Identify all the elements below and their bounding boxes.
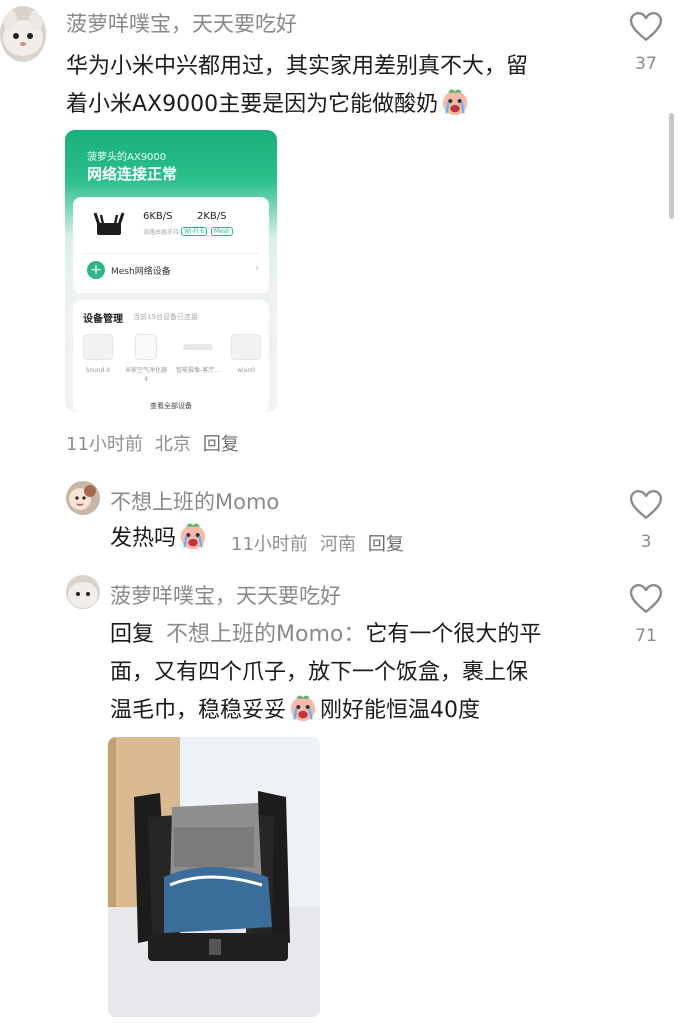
view-all-devices: 查看全部设备 <box>150 402 192 410</box>
chevron-right-icon: › <box>255 263 259 274</box>
heart-icon[interactable] <box>628 582 664 616</box>
crying-emoji-icon <box>178 521 208 551</box>
router-name: 菠萝头的AX9000 <box>87 152 167 163</box>
plush-avatar-icon <box>66 575 100 609</box>
comment-text-fragment: 刚好能恒温40度 <box>320 698 481 723</box>
device-management-card: 设备管理 当前19台设备已连接 Sound-X 米家空气净化器 4 智能摄像-客… <box>73 300 269 412</box>
upload-speed: 6KB/S <box>143 211 173 222</box>
like-column: 3 <box>626 488 666 552</box>
timestamp: 11小时前 <box>231 534 308 555</box>
username[interactable]: 菠萝咩噗宝，天天要吃好 <box>110 580 341 610</box>
status-card: 6KB/S 2KB/S 该路由器支持 Wi-Fi 6 Mesh + Mesh网络… <box>73 197 269 293</box>
crying-emoji-icon <box>440 87 470 117</box>
router-towel-photo[interactable] <box>108 737 320 1017</box>
device-icon <box>83 334 113 360</box>
comment-text-line: 面，又有四个爪子，放下一个饭盒，裹上保 <box>110 660 529 685</box>
device-count: 当前19台设备已连接 <box>133 313 198 321</box>
speed-note: 该路由器支持 <box>143 229 180 236</box>
divider <box>83 253 259 254</box>
heart-icon[interactable] <box>628 10 664 44</box>
crying-emoji-icon <box>288 693 318 723</box>
heart-icon[interactable] <box>628 488 664 522</box>
device-management-title: 设备管理 <box>83 314 123 325</box>
comment-text: 回复 不想上班的Momo：它有一个很大的平 面，又有四个爪子，放下一个饭盒，裹上保… <box>110 616 610 730</box>
device-label: 智能摄像-客厅... <box>176 367 220 374</box>
username[interactable]: 不想上班的Momo <box>110 486 279 516</box>
like-column: 37 <box>626 10 666 74</box>
timestamp: 11小时前 <box>66 434 143 455</box>
avatar[interactable] <box>66 575 100 609</box>
like-count: 3 <box>640 532 652 552</box>
comment-text: 华为小米中兴都用过，其实家用差别真不大，留 着小米AX9000主要是因为它能做酸… <box>66 48 626 124</box>
comment-text-line: 温毛巾，稳稳妥妥 刚好能恒温40度 <box>110 692 610 730</box>
download-speed: 2KB/S <box>197 211 227 222</box>
comment-text-fragment: 温毛巾，稳稳妥妥 <box>110 698 287 723</box>
comment-text-fragment: 着小米AX9000主要是因为它能做酸奶 <box>66 92 439 117</box>
device-label: 米家空气净化器 4 <box>124 367 167 383</box>
reply-button[interactable]: 回复 <box>203 434 239 455</box>
air-purifier-icon <box>135 334 157 360</box>
camera-icon <box>183 344 213 350</box>
comment-text: 发热吗 <box>110 520 210 558</box>
cartoon-avatar-icon <box>66 481 100 515</box>
comment-text-line: 华为小米中兴都用过，其实家用差别真不大，留 <box>66 54 529 79</box>
comment-text-line: 回复 不想上班的Momo：它有一个很大的平 <box>110 616 610 654</box>
router-app-screenshot[interactable]: 菠萝头的AX9000 网络连接正常 6KB/S 2KB/S 该路由器支持 Wi-… <box>65 130 277 412</box>
like-column: 71 <box>626 582 666 646</box>
plus-icon: + <box>87 261 105 279</box>
comment-text-line-2: 着小米AX9000主要是因为它能做酸奶 <box>66 86 626 124</box>
comment-meta: 11小时前 河南 回复 <box>231 530 416 556</box>
reply-prefix: 回复 <box>110 622 155 647</box>
mesh-label: Mesh网络设备 <box>111 267 171 277</box>
plush-avatar-icon <box>0 6 46 62</box>
reply-button[interactable]: 回复 <box>368 534 404 555</box>
network-status: 网络连接正常 <box>87 165 178 183</box>
scrollbar-thumb[interactable] <box>669 113 674 219</box>
mesh-badge: Mesh <box>211 227 233 236</box>
wifi-badge: Wi-Fi 6 <box>181 227 208 236</box>
comment-meta: 11小时前 北京 回复 <box>66 430 251 456</box>
device-label: wlan0 <box>237 367 255 374</box>
router-icon <box>93 212 125 235</box>
comment-text-fragment: 发热吗 <box>110 526 177 551</box>
router-photo-illustration <box>108 737 320 1017</box>
comment-text-fragment: 它有一个很大的平 <box>365 622 542 647</box>
username[interactable]: 菠萝咩噗宝，天天要吃好 <box>66 8 297 38</box>
avatar[interactable] <box>0 6 46 62</box>
like-count: 71 <box>635 626 657 646</box>
location: 河南 <box>319 534 356 555</box>
device-label: Sound-X <box>85 367 111 374</box>
device-icon <box>231 334 261 360</box>
avatar[interactable] <box>66 481 100 515</box>
reply-target-user[interactable]: 不想上班的Momo： <box>166 622 365 647</box>
like-count: 37 <box>635 54 657 74</box>
location: 北京 <box>154 434 191 455</box>
